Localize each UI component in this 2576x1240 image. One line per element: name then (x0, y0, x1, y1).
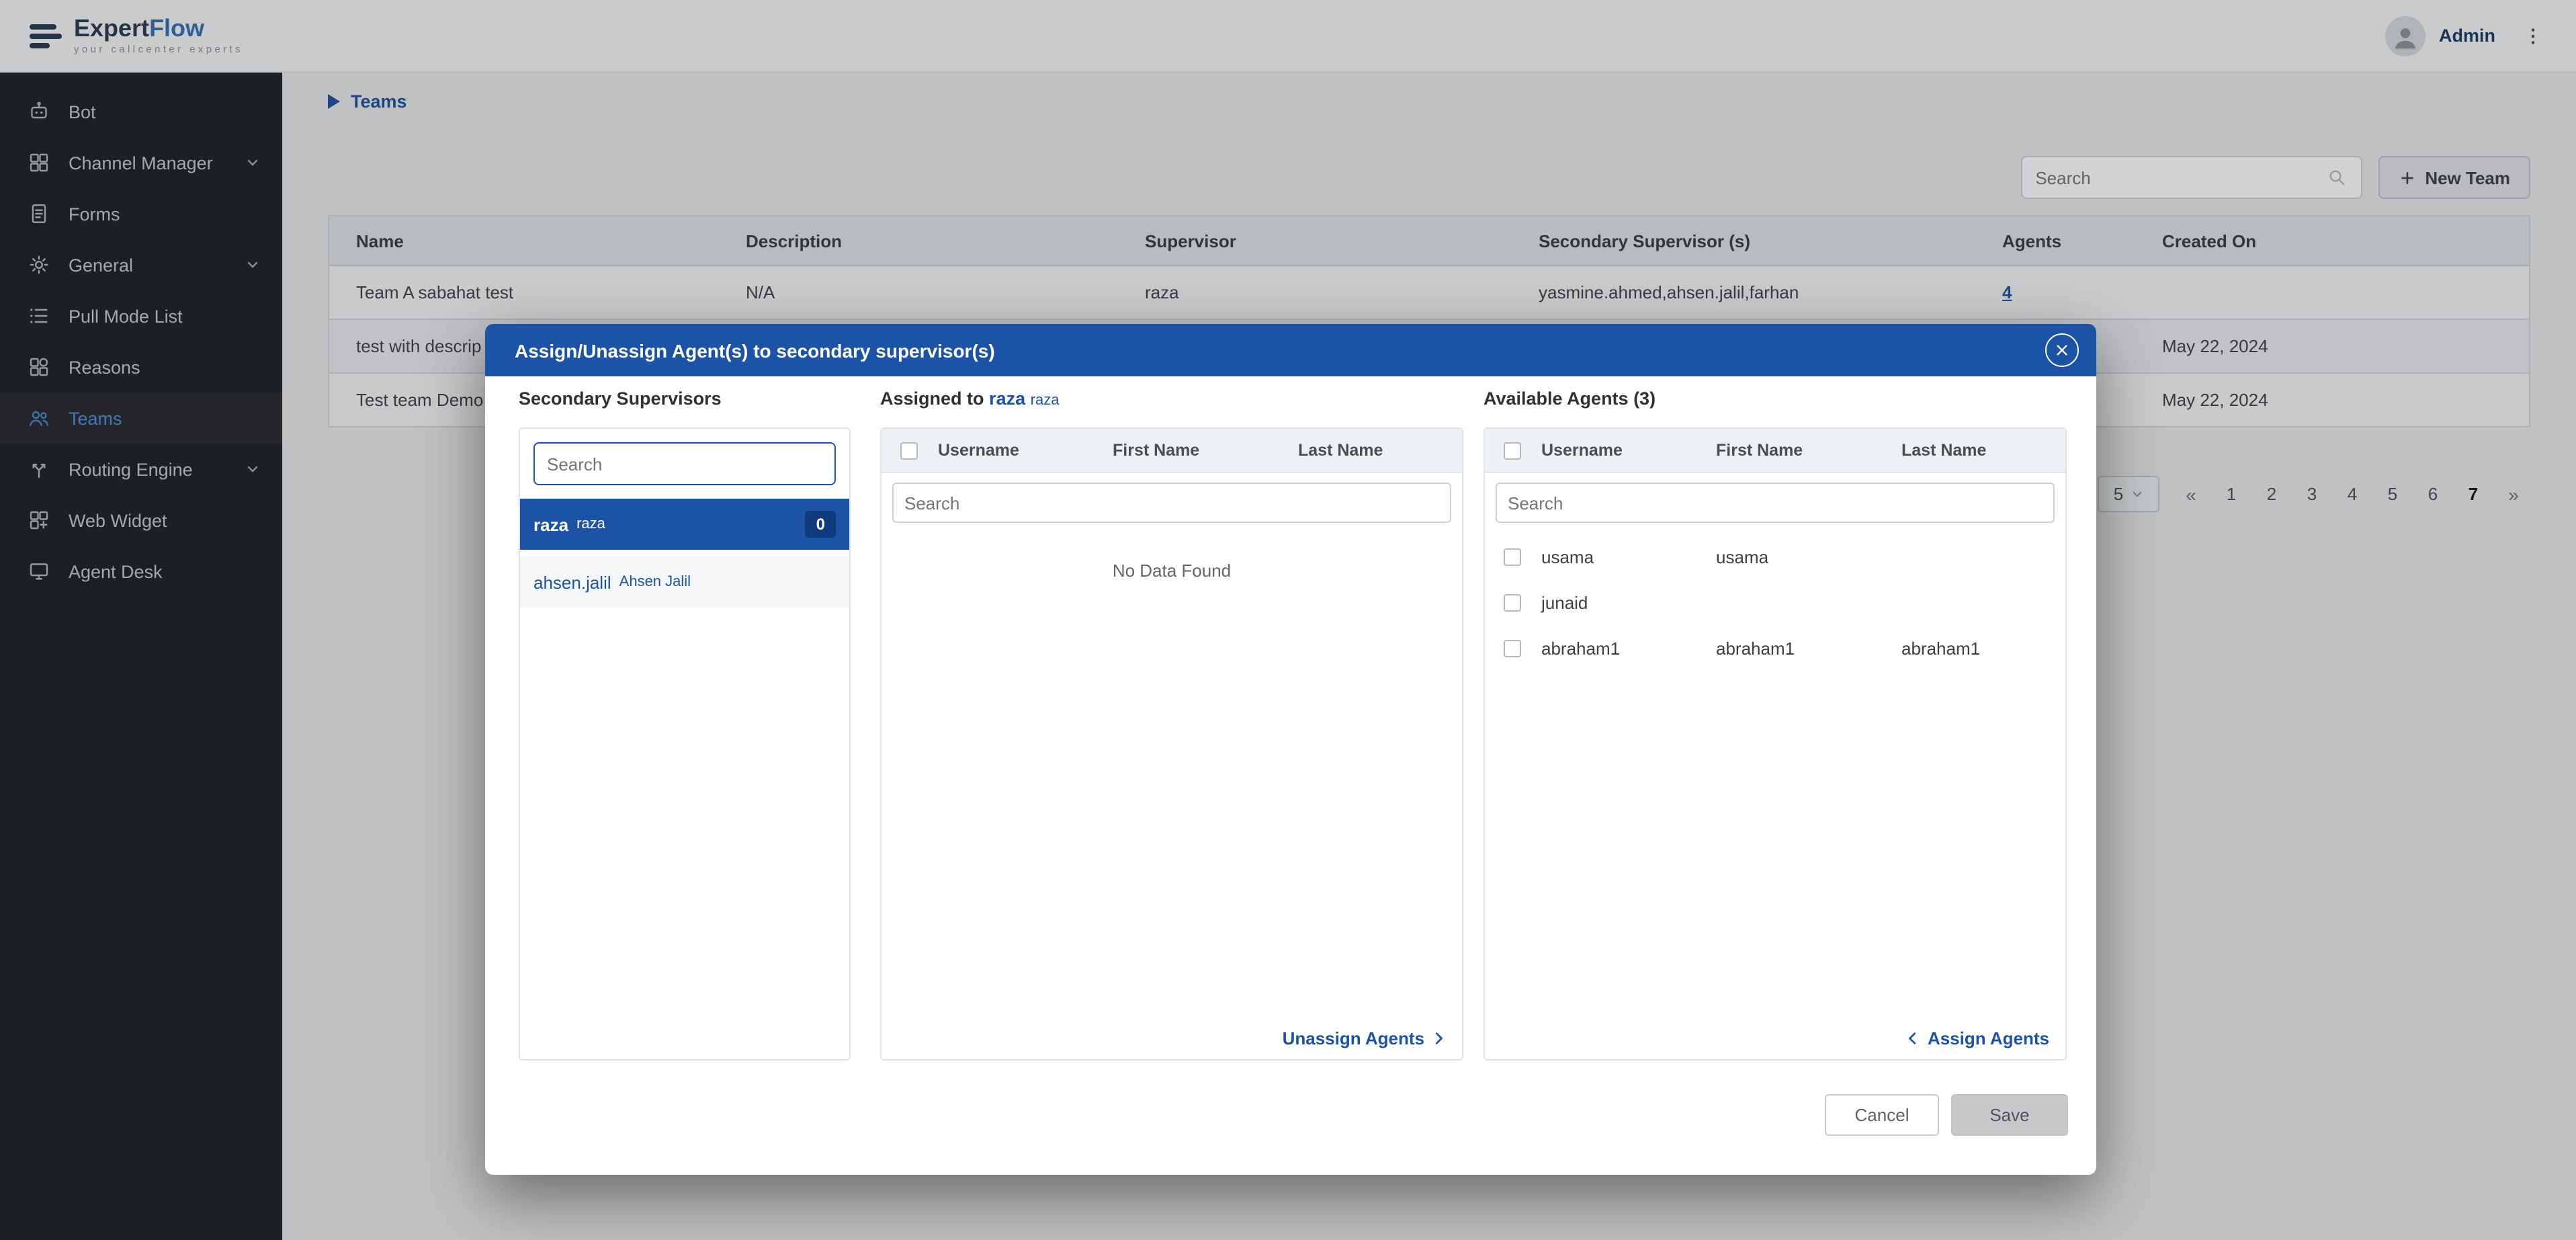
agent-row[interactable]: junaid (1485, 579, 2065, 625)
assigned-table-header: Username First Name Last Name (882, 429, 1462, 473)
chevron-right-icon (1431, 1031, 1446, 1046)
agent-checkbox[interactable] (1504, 639, 1521, 657)
available-search (1496, 483, 2055, 523)
agent-last-name: abraham1 (1901, 638, 2065, 658)
modal-header: Assign/Unassign Agent(s) to secondary su… (485, 324, 2096, 376)
agent-first-name: abraham1 (1716, 638, 1901, 658)
supervisor-username: ahsen.jalil (533, 572, 611, 592)
supervisor-search-input[interactable] (547, 454, 822, 474)
agent-username: usama (1541, 546, 1716, 567)
chevron-left-icon (1906, 1031, 1921, 1046)
available-table-header: Username First Name Last Name (1485, 429, 2065, 473)
agent-username: abraham1 (1541, 638, 1716, 658)
column-header: Last Name (1901, 441, 2065, 460)
no-data-label: No Data Found (882, 561, 1462, 581)
column-header: First Name (1716, 441, 1901, 460)
supervisor-list-item[interactable]: ahsen.jalil Ahsen Jalil (520, 556, 849, 608)
agent-row[interactable]: abraham1 abraham1 abraham1 (1485, 625, 2065, 671)
assigned-search (892, 483, 1451, 523)
select-all-checkbox[interactable] (1504, 442, 1521, 459)
column-header: First Name (1113, 441, 1298, 460)
column-header: Username (1541, 441, 1716, 460)
available-agents-list: usama usama junaid abraham1 abraham1 abr… (1485, 534, 2065, 671)
modal-title: Assign/Unassign Agent(s) to secondary su… (515, 339, 2045, 361)
available-agents-panel: Username First Name Last Name usama usam… (1484, 427, 2067, 1061)
assigned-search-input[interactable] (904, 493, 1439, 513)
agent-first-name: usama (1716, 546, 1901, 567)
supervisor-search (533, 442, 836, 485)
assigned-agents-panel: Username First Name Last Name No Data Fo… (880, 427, 1463, 1061)
assigned-count-badge: 0 (806, 511, 836, 538)
column-header: Username (938, 441, 1113, 460)
supervisor-username: raza (533, 514, 568, 534)
select-all-checkbox[interactable] (900, 442, 918, 459)
assigned-supervisor-fullname: raza (1031, 392, 1060, 409)
available-agents-title: Available Agents (3) (1484, 388, 1656, 409)
assign-agents-modal: Assign/Unassign Agent(s) to secondary su… (485, 324, 2096, 1175)
assigned-to-title: Assigned to raza raza (880, 388, 1059, 409)
column-header: Last Name (1298, 441, 1462, 460)
save-button[interactable]: Save (1951, 1094, 2068, 1136)
agent-username: junaid (1541, 592, 1716, 612)
available-search-input[interactable] (1508, 493, 2043, 513)
app-root: ExpertFlow your callcenter experts Admin… (0, 0, 2576, 1240)
assign-agents-button[interactable]: Assign Agents (1906, 1028, 2049, 1048)
supervisor-list-item-selected[interactable]: raza raza 0 (520, 499, 849, 550)
agent-row[interactable]: usama usama (1485, 534, 2065, 579)
assigned-supervisor-username: raza (989, 388, 1025, 409)
close-icon[interactable] (2045, 333, 2079, 367)
agent-checkbox[interactable] (1504, 593, 1521, 611)
secondary-supervisors-title: Secondary Supervisors (519, 388, 722, 409)
supervisor-fullname: raza (576, 516, 605, 532)
supervisor-fullname: Ahsen Jalil (619, 574, 691, 590)
modal-footer: Cancel Save (1825, 1094, 2068, 1136)
cancel-button[interactable]: Cancel (1825, 1094, 1939, 1136)
agent-checkbox[interactable] (1504, 548, 1521, 565)
secondary-supervisors-panel: raza raza 0 ahsen.jalil Ahsen Jalil (519, 427, 851, 1061)
unassign-agents-button[interactable]: Unassign Agents (1283, 1028, 1446, 1048)
